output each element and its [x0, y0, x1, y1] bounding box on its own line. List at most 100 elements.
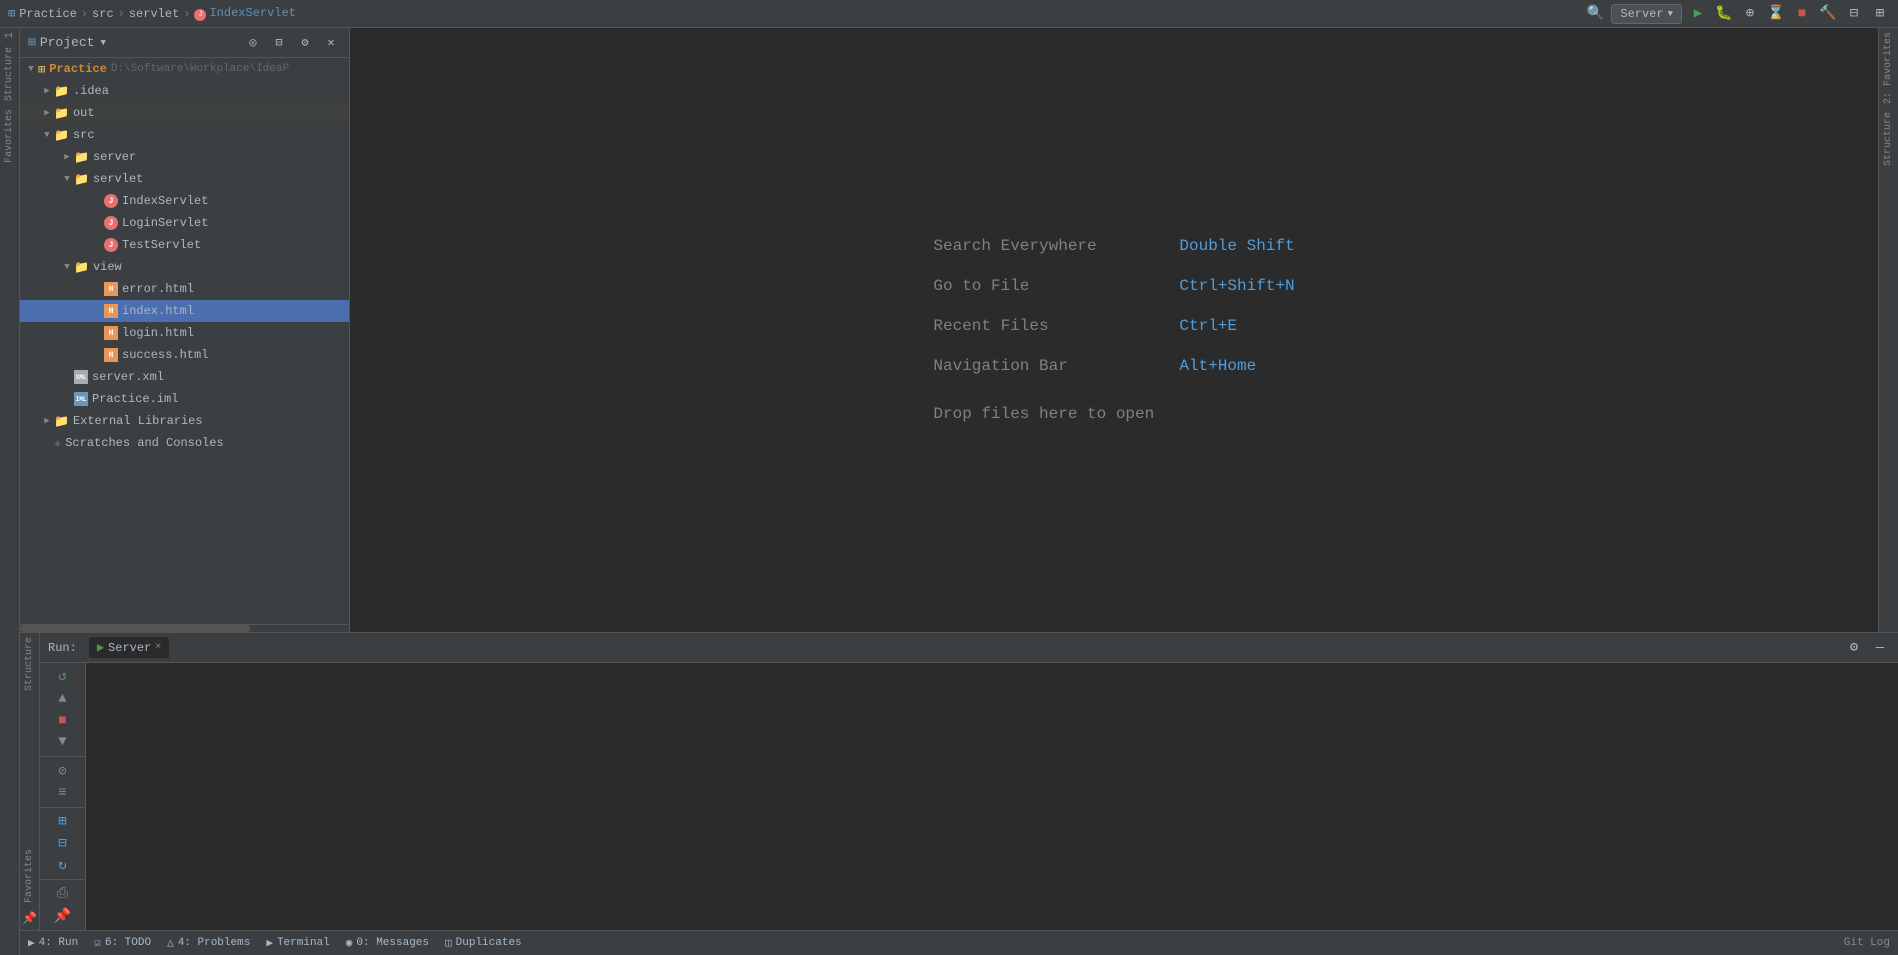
favorites-right-label[interactable]: 2: Favorites	[1881, 28, 1896, 108]
run-tabs-bar: Run: ▶ Server × ⚙ —	[40, 633, 1898, 663]
status-messages-tab[interactable]: ◉ 0: Messages	[346, 936, 429, 950]
tree-item-idea[interactable]: ▶ 📁 .idea	[20, 80, 349, 102]
rerun-button[interactable]: ↺	[52, 667, 74, 687]
locate-file-icon[interactable]: ◎	[243, 33, 263, 53]
tree-item-ext-libs[interactable]: ▶ 📁 External Libraries	[20, 410, 349, 432]
structure-bottom-label[interactable]: Structure	[22, 633, 37, 695]
collapse-button[interactable]: ⊟	[52, 834, 74, 854]
success-html-icon: H	[104, 348, 118, 362]
bottom-left-labels: Structure Favorites 📌	[20, 633, 40, 930]
status-terminal-tab[interactable]: ▶ Terminal	[266, 936, 329, 950]
tree-item-error-html[interactable]: H error.html	[20, 278, 349, 300]
server-button[interactable]: Server ▼	[1611, 4, 1682, 24]
structure-right-label[interactable]: Structure	[1881, 108, 1896, 170]
run-config-icon[interactable]: ▶	[1688, 4, 1708, 24]
tree-item-index-html[interactable]: H index.html	[20, 300, 349, 322]
project-panel-number[interactable]: 1	[2, 28, 18, 43]
status-duplicates-tab[interactable]: ◫ Duplicates	[445, 936, 522, 950]
tree-item-out[interactable]: ▶ 📁 out	[20, 102, 349, 124]
scroll-up-button[interactable]: ▲	[52, 689, 74, 709]
tree-item-success-html[interactable]: H success.html	[20, 344, 349, 366]
server-xml-name: server.xml	[92, 370, 164, 384]
left-side-strip: 1 Structure Favorites	[0, 28, 20, 955]
out-folder-icon: 📁	[54, 106, 69, 121]
status-run-tab[interactable]: ▶ 4: Run	[28, 936, 78, 950]
server-folder-name: server	[93, 150, 136, 164]
coverage-icon[interactable]: ⊕	[1740, 4, 1760, 24]
go-to-file-label: Go to File	[933, 277, 1163, 295]
filter-button[interactable]: ⊞	[52, 812, 74, 832]
run-minimize-icon[interactable]: —	[1870, 638, 1890, 658]
breadcrumb-src[interactable]: src	[92, 7, 114, 21]
maximize-icon[interactable]: ⊞	[1870, 4, 1890, 24]
server-tab-close[interactable]: ×	[155, 642, 161, 653]
practice-iml-icon: IML	[74, 392, 88, 406]
tree-item-src[interactable]: ▼ 📁 src	[20, 124, 349, 146]
project-header: ⊞ Project ▼ ◎ ⊟ ⚙ ✕	[20, 28, 349, 58]
breadcrumb-sep1: ›	[81, 7, 88, 21]
tree-scroll-padding	[20, 454, 349, 474]
git-log-label: Git Log	[1844, 937, 1890, 949]
breadcrumb-indexservlet[interactable]: JIndexServlet	[194, 6, 295, 21]
scroll-down-button[interactable]: ▼	[52, 733, 74, 753]
server-arrow: ▶	[60, 152, 74, 162]
tree-item-indexservlet[interactable]: J IndexServlet	[20, 190, 349, 212]
server-run-tab[interactable]: ▶ Server ×	[89, 637, 169, 658]
build-icon[interactable]: 🔨	[1818, 4, 1838, 24]
practice-folder-icon: ⊞	[38, 62, 45, 77]
tree-item-scratches[interactable]: ✧ Scratches and Consoles	[20, 432, 349, 454]
favorites-label[interactable]: Favorites	[2, 105, 17, 167]
profile-icon[interactable]: ⌛	[1766, 4, 1786, 24]
status-problems-tab[interactable]: △ 4: Problems	[167, 936, 250, 950]
tree-hscrollbar-thumb[interactable]	[20, 625, 250, 632]
stop-button[interactable]: ■	[52, 711, 74, 731]
tree-item-loginservlet[interactable]: J LoginServlet	[20, 212, 349, 234]
project-panel: ⊞ Project ▼ ◎ ⊟ ⚙ ✕ ▼ ⊞	[20, 28, 350, 632]
recent-files-label: Recent Files	[933, 317, 1163, 335]
restart-button[interactable]: ↻	[52, 856, 74, 876]
pin-tab-button[interactable]: 📌	[52, 906, 74, 926]
tree-item-practice[interactable]: ▼ ⊞ Practice D:\Software\Workplace\IdeaP	[20, 58, 349, 80]
structure-label[interactable]: Structure	[2, 43, 17, 105]
run-settings-icon[interactable]: ⚙	[1844, 638, 1864, 658]
recent-files-shortcut: Ctrl+E	[1179, 317, 1237, 335]
tree-hscrollbar[interactable]	[20, 624, 349, 632]
breadcrumb-servlet[interactable]: servlet	[129, 7, 179, 21]
practice-path: D:\Software\Workplace\IdeaP	[111, 63, 289, 75]
minimize-icon[interactable]: ⊟	[1844, 4, 1864, 24]
project-close-icon[interactable]: ✕	[321, 33, 341, 53]
messages-tab-icon: ◉	[346, 936, 353, 950]
project-settings-icon[interactable]: ⚙	[295, 33, 315, 53]
stop-run-icon[interactable]: ■	[1792, 4, 1812, 24]
project-dropdown-icon[interactable]: ▼	[100, 38, 105, 48]
ext-libs-arrow: ▶	[40, 416, 54, 426]
debug-icon[interactable]: 🐛	[1714, 4, 1734, 24]
servlet-name: servlet	[93, 172, 143, 186]
tree-item-server-xml[interactable]: XML server.xml	[20, 366, 349, 388]
go-to-file-shortcut: Ctrl+Shift+N	[1179, 277, 1294, 295]
project-title: ⊞ Project ▼	[28, 35, 106, 50]
print-button[interactable]: ⎙	[52, 884, 74, 904]
screenshot-button[interactable]: ⊙	[52, 761, 74, 781]
testservlet-name: TestServlet	[122, 238, 201, 252]
breadcrumb-practice[interactable]: Practice	[19, 7, 77, 21]
navigation-bar-row: Navigation Bar Alt+Home	[933, 357, 1294, 375]
wrap-button[interactable]: ≡	[52, 783, 74, 803]
tree-item-view[interactable]: ▼ 📁 view	[20, 256, 349, 278]
tree-item-testservlet[interactable]: J TestServlet	[20, 234, 349, 256]
run-tab-label: 4: Run	[39, 937, 79, 949]
status-todo-tab[interactable]: ☑ 6: TODO	[94, 936, 151, 950]
search-everywhere-icon[interactable]: 🔍	[1585, 4, 1605, 24]
collapse-all-icon[interactable]: ⊟	[269, 33, 289, 53]
terminal-tab-icon: ▶	[266, 936, 273, 950]
tree-item-practice-iml[interactable]: IML Practice.iml	[20, 388, 349, 410]
pin-icon[interactable]: 📌	[20, 907, 41, 930]
drop-files-text: Drop files here to open	[933, 405, 1294, 423]
duplicates-tab-icon: ◫	[445, 936, 452, 950]
run-content: ↺ ▲ ■ ▼ ⊙ ≡ ⊞ ⊟ ↻ ⎙ 📌	[40, 663, 1898, 930]
problems-tab-label: 4: Problems	[178, 937, 251, 949]
favorites-bottom-label[interactable]: Favorites	[22, 845, 37, 907]
tree-item-login-html[interactable]: H login.html	[20, 322, 349, 344]
tree-item-servlet[interactable]: ▼ 📁 servlet	[20, 168, 349, 190]
tree-item-server[interactable]: ▶ 📁 server	[20, 146, 349, 168]
